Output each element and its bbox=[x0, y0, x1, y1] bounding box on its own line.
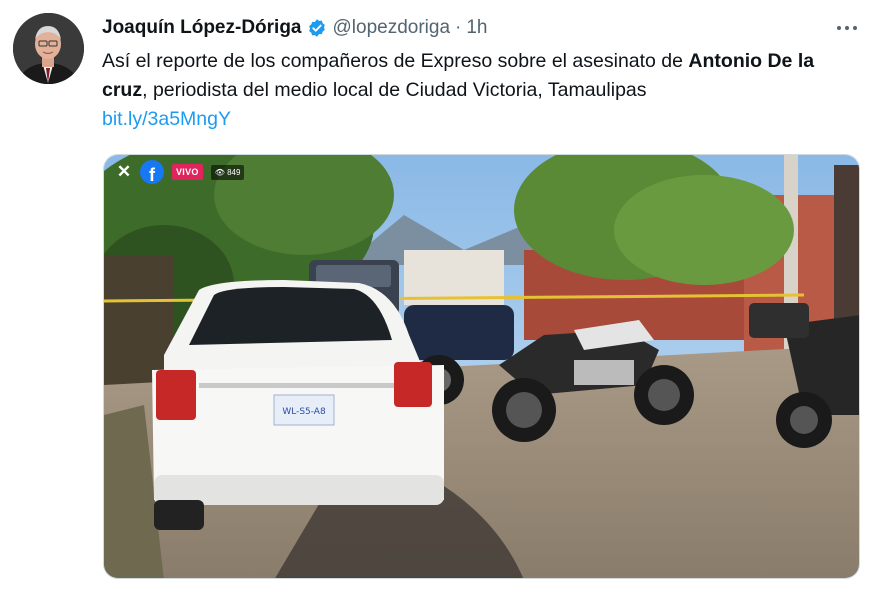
close-icon[interactable]: ✕ bbox=[116, 162, 132, 182]
tweet-text-part2: , periodista del medio local de Ciudad V… bbox=[142, 79, 647, 101]
tweet-timestamp[interactable]: 1h bbox=[466, 17, 487, 39]
tweet-text-part1: Así el reporte de los compañeros de Expr… bbox=[102, 50, 689, 72]
author-name[interactable]: Joaquín López-Dóriga bbox=[102, 17, 302, 39]
video-overlay: ✕ f VIVO 👁 849 bbox=[116, 160, 245, 184]
license-plate: WL-S5-A8 bbox=[282, 407, 326, 417]
more-options-icon[interactable] bbox=[834, 17, 860, 39]
verified-badge-icon bbox=[307, 18, 327, 38]
header-separator: · bbox=[455, 17, 462, 38]
avatar-image bbox=[13, 13, 84, 84]
tweet-video[interactable]: WL-S5-A8 ✕ f VIVO 👁 849 bbox=[103, 154, 860, 579]
facebook-icon: f bbox=[140, 160, 164, 184]
viewer-count: 👁 849 bbox=[210, 164, 245, 180]
live-badge: VIVO bbox=[172, 164, 203, 180]
tweet-header: Joaquín López-Dóriga @lopezdoriga · 1h bbox=[102, 15, 860, 41]
tweet-link[interactable]: bit.ly/3a5MngY bbox=[102, 108, 231, 130]
tweet-text: Así el reporte de los compañeros de Expr… bbox=[102, 47, 862, 134]
white-car: WL-S5-A8 bbox=[152, 280, 444, 530]
author-handle[interactable]: @lopezdoriga bbox=[333, 17, 451, 39]
video-frame: WL-S5-A8 bbox=[104, 155, 859, 578]
avatar[interactable] bbox=[13, 13, 84, 84]
